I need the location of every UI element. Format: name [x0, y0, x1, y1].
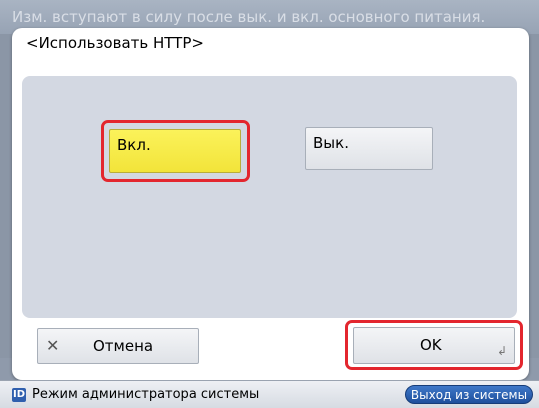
http-dialog: <Использовать HTTP> Вкл. Вык. ✕ Отмена O…: [12, 28, 529, 380]
options-panel: [22, 76, 517, 318]
close-icon: ✕: [46, 336, 60, 355]
dialog-title: <Использовать HTTP>: [26, 34, 204, 52]
logout-button[interactable]: Выход из системы: [405, 385, 533, 404]
highlight-ok-button: [345, 320, 523, 370]
admin-mode-text: Режим администратора системы: [32, 387, 260, 402]
id-icon: ID: [12, 388, 26, 402]
status-bar: ID Режим администратора системы Выход из…: [0, 380, 539, 408]
highlight-on-option: [101, 120, 250, 182]
cancel-label: Отмена: [93, 337, 154, 355]
cancel-button[interactable]: ✕ Отмена: [37, 328, 199, 364]
option-off-button[interactable]: Вык.: [305, 127, 433, 170]
